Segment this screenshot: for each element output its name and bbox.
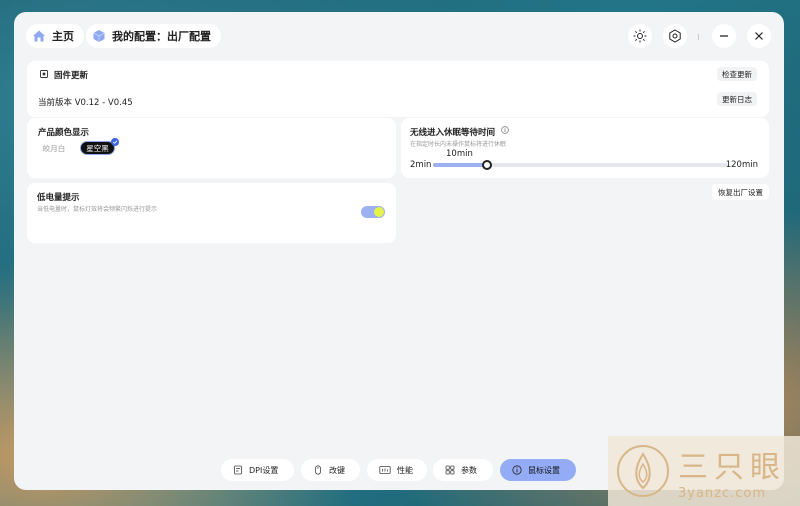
mouse-icon <box>315 465 321 475</box>
sleep-slider-fill <box>433 163 487 167</box>
check-update-button[interactable]: 检查更新 <box>717 67 757 81</box>
sleep-max-label: 120min <box>725 160 758 170</box>
minimize-button[interactable] <box>712 24 736 48</box>
watermark-text: 三只眼 3yanzc.com <box>678 442 786 501</box>
watermark: 三只眼 3yanzc.com <box>608 436 800 506</box>
brightness-button[interactable] <box>628 24 652 48</box>
config-label: 我的配置：出厂配置 <box>112 30 211 43</box>
chip-icon <box>40 70 48 78</box>
sleep-title: 无线进入休眠等待时间 <box>410 128 496 138</box>
cube-icon <box>93 30 105 42</box>
sleep-slider-track[interactable] <box>433 163 728 167</box>
factory-reset-button[interactable]: 恢复出厂设置 <box>712 184 769 200</box>
nav-mouse-settings[interactable]: 鼠标设置 <box>500 459 576 481</box>
info-circle-icon <box>512 465 522 475</box>
home-tab[interactable]: 主页 <box>26 24 84 48</box>
firmware-card: 固件更新 检查更新 当前版本 V0.12 - V0.45 更新日志 <box>27 61 769 117</box>
minimize-icon <box>720 35 728 37</box>
sleep-desc: 在指定时长内未操作鼠标将进行休眠 <box>410 141 507 148</box>
sleep-min-label: 2min <box>410 160 432 170</box>
nav-params[interactable]: 参数 <box>433 459 493 481</box>
hex-gear-icon <box>669 29 681 43</box>
nav-remap-label: 改键 <box>329 465 345 475</box>
sun-icon <box>633 29 647 43</box>
nav-params-label: 参数 <box>461 465 477 475</box>
close-icon <box>755 32 763 40</box>
low-battery-desc: 当低电量时，鼠标灯效将会频繁闪烁进行提示 <box>37 206 158 213</box>
config-tab[interactable]: 我的配置：出厂配置 <box>86 24 221 48</box>
firmware-title: 固件更新 <box>54 71 89 81</box>
info-icon[interactable] <box>501 126 509 134</box>
nav-performance[interactable]: 性能 <box>367 459 427 481</box>
changelog-button[interactable]: 更新日志 <box>717 92 757 106</box>
nav-remap[interactable]: 改键 <box>301 459 360 481</box>
watermark-brand: 三只眼 <box>678 449 786 485</box>
low-battery-card: 低电量提示 当低电量时，鼠标灯效将会频繁闪烁进行提示 <box>27 183 396 243</box>
nav-dpi-label: DPI设置 <box>249 465 279 475</box>
toolbar-divider <box>698 34 699 40</box>
firmware-version: 当前版本 V0.12 - V0.45 <box>38 98 133 108</box>
grid-icon <box>445 465 455 475</box>
watermark-site: 3yanzc.com <box>678 485 767 501</box>
sleep-card: 无线进入休眠等待时间 在指定时长内未操作鼠标将进行休眠 10min 2min 1… <box>401 118 769 178</box>
low-battery-toggle[interactable] <box>361 206 385 218</box>
color-option-white[interactable]: 皎月白 <box>38 141 70 155</box>
dpi-icon <box>234 465 242 475</box>
color-option-black[interactable]: 星空黑 <box>80 141 115 155</box>
eye-logo-icon <box>617 445 669 497</box>
home-label: 主页 <box>52 30 74 43</box>
nav-mouse-settings-label: 鼠标设置 <box>528 465 560 475</box>
top-bar: 主页 我的配置：出厂配置 <box>14 12 784 60</box>
performance-icon <box>379 466 391 474</box>
app-window: 主页 我的配置：出厂配置 固件更新 检查更新 当前版本 V0.12 - V0.4… <box>14 12 784 490</box>
low-battery-title: 低电量提示 <box>37 193 80 203</box>
home-icon <box>33 30 45 42</box>
nav-performance-label: 性能 <box>397 465 413 475</box>
selected-check-icon <box>111 138 119 146</box>
settings-button[interactable] <box>663 24 687 48</box>
nav-dpi[interactable]: DPI设置 <box>221 459 294 481</box>
product-color-title: 产品颜色显示 <box>38 128 90 138</box>
sleep-slider-thumb[interactable] <box>482 160 492 170</box>
close-button[interactable] <box>747 24 771 48</box>
toggle-knob <box>374 207 384 217</box>
product-color-card: 产品颜色显示 皎月白 星空黑 <box>27 118 396 178</box>
sleep-value-label: 10min <box>446 149 473 159</box>
